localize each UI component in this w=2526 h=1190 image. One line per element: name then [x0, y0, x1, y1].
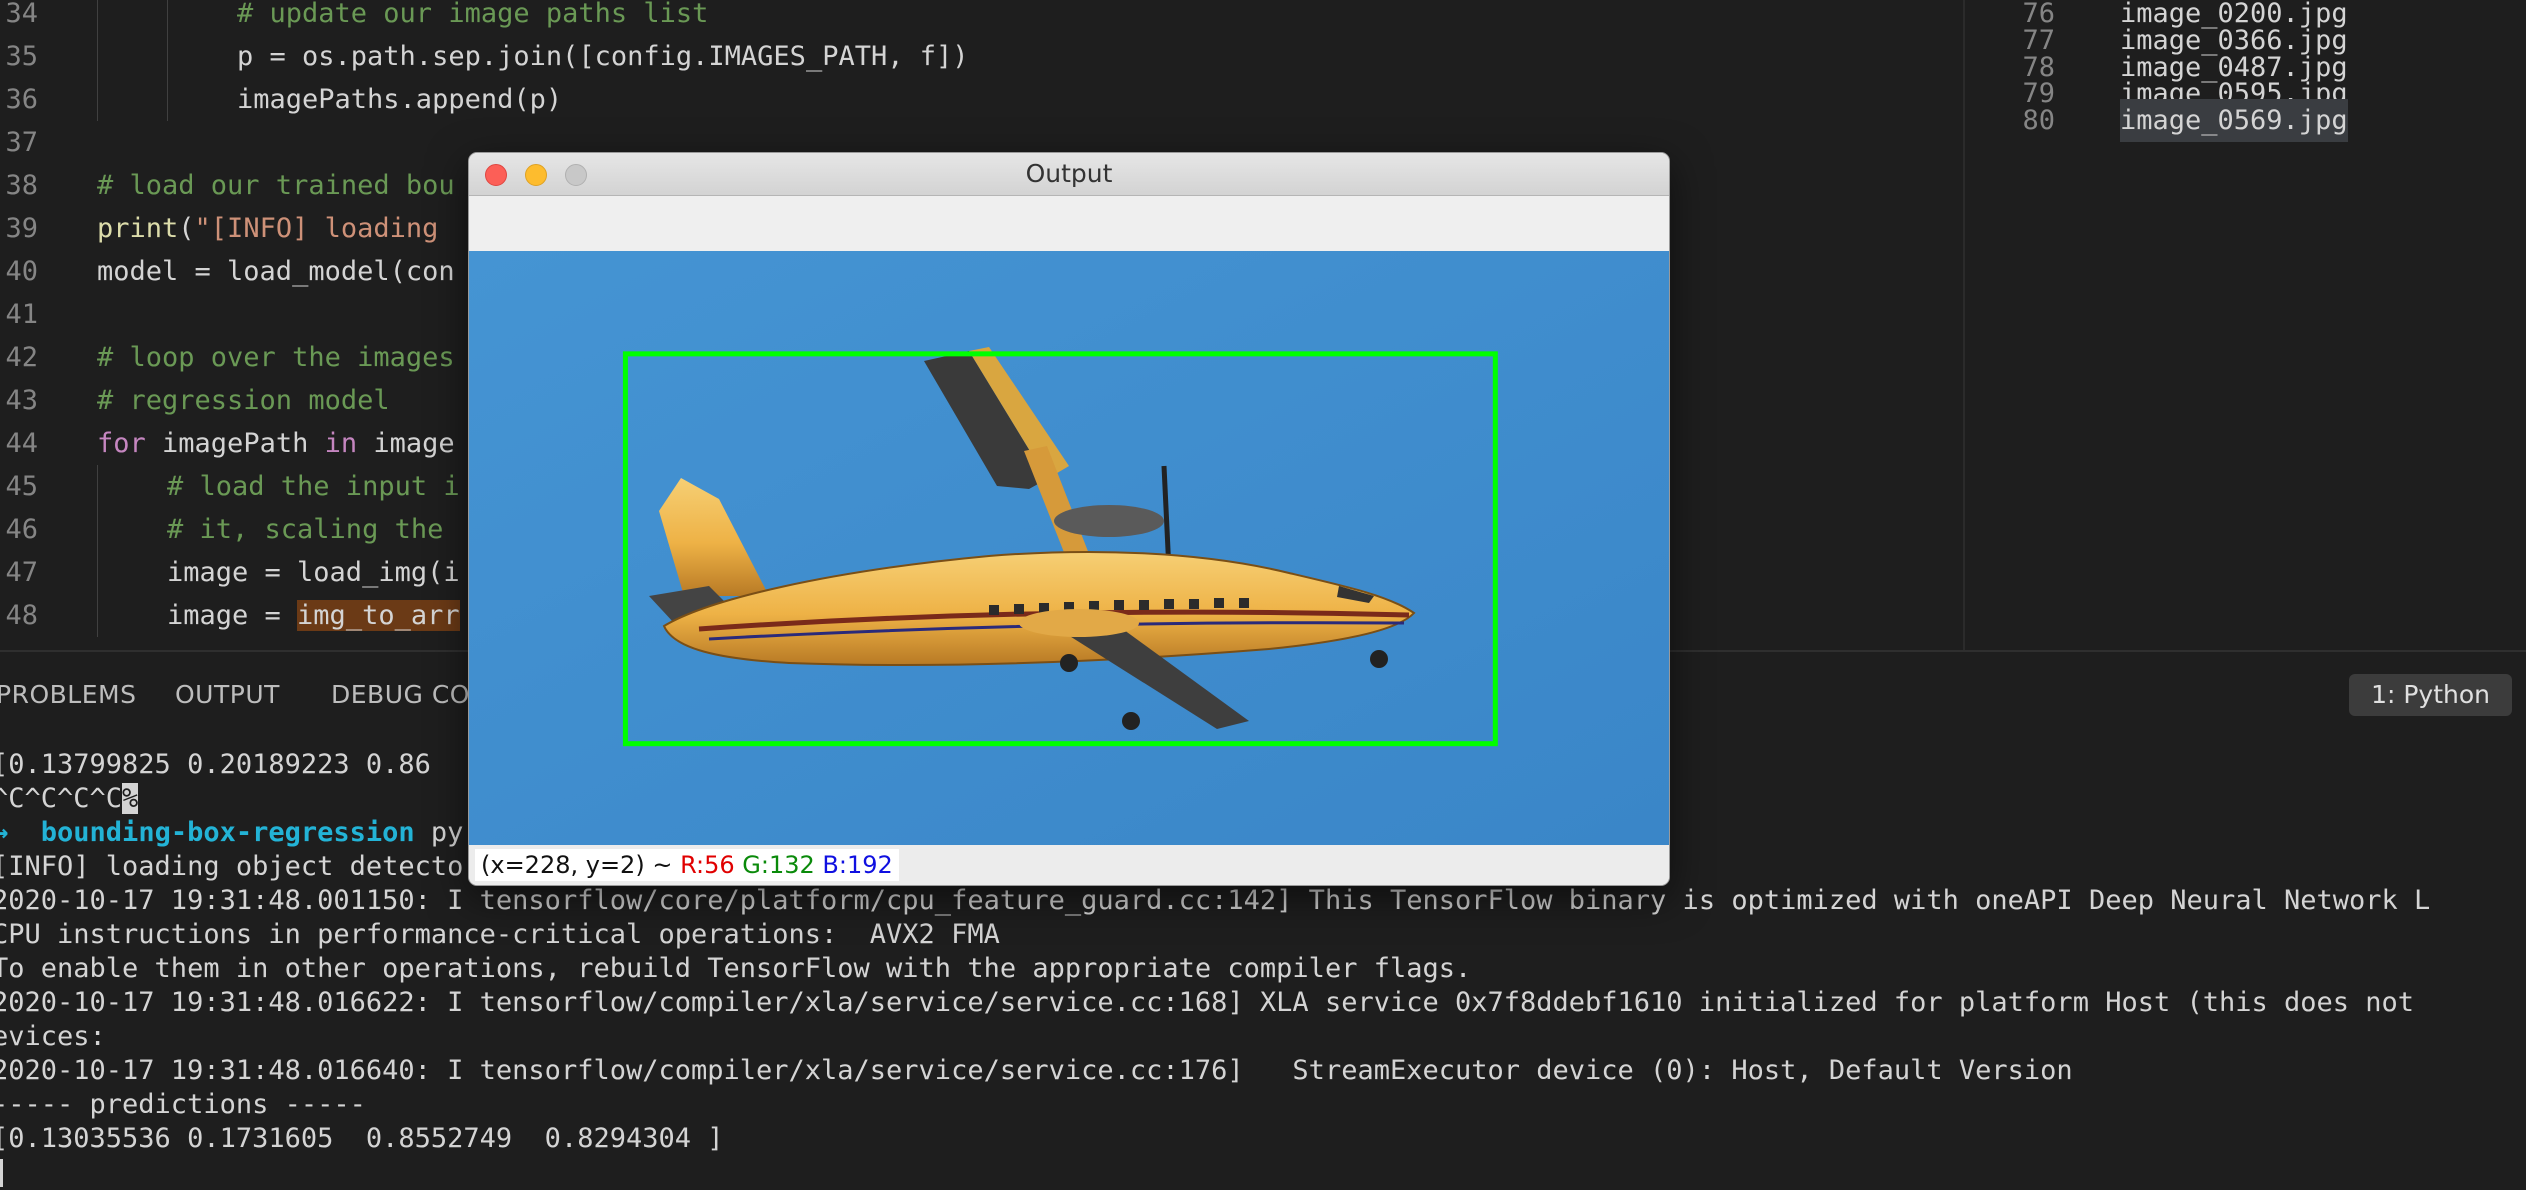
airplane-image: [469, 251, 1669, 845]
code-text: # update our image paths list: [237, 0, 708, 35]
indent-guide: [97, 78, 98, 121]
code-text: p = os.path.sep.join([config.IMAGES_PATH…: [237, 35, 969, 78]
image-canvas[interactable]: [469, 251, 1669, 845]
code-text: # load the input i: [167, 465, 460, 508]
code-token: in: [324, 428, 358, 459]
code-text: model = load_model(con: [97, 250, 455, 293]
line-number: 36: [5, 84, 38, 115]
terminal-line: [INFO] loading object detecto: [0, 851, 464, 882]
code-token: (: [178, 213, 195, 244]
indent-guide: [97, 508, 98, 551]
code-text: # loop over the images: [97, 336, 455, 379]
terminal-select[interactable]: 1: Python: [2349, 674, 2512, 716]
terminal-line: 2020-10-17 19:31:48.001150: I tensorflow…: [0, 885, 2431, 916]
code-token: img_to_arr: [297, 600, 460, 631]
code-token: image: [357, 428, 455, 459]
terminal-prompt-line: → bounding-box-regression py: [0, 816, 463, 850]
code-token: model = load_model(con: [97, 256, 455, 287]
line-number: 40: [5, 256, 38, 287]
line-number: 41: [5, 299, 38, 330]
window-titlebar[interactable]: Output: [469, 153, 1669, 196]
code-text: # regression model: [97, 379, 390, 422]
code-token: image =: [167, 600, 298, 631]
line-number: 80: [2022, 105, 2055, 137]
terminal-interrupts: ^C^C^C^C: [0, 783, 123, 814]
code-text: image = load_img(i: [167, 551, 460, 594]
line-number: 43: [5, 385, 38, 416]
pixel-coords: (x=228, y=2) ~: [481, 851, 681, 879]
code-token: for: [97, 428, 146, 459]
code-text: print("[INFO] loading: [97, 207, 438, 250]
terminal-cursor: %: [122, 783, 139, 814]
line-number: 48: [5, 600, 38, 631]
prompt-command: py: [414, 817, 464, 848]
line-number: 37: [5, 127, 38, 158]
output-window[interactable]: Output (x=228, y=2) ~ R:56 G:132 B:192: [468, 152, 1670, 886]
file-list-panel[interactable]: 76 image_0200.jpg 77 image_0366.jpg 78 image_…: [1965, 0, 2526, 650]
code-token: # load our trained bou: [97, 170, 455, 201]
code-text: for imagePath in image: [97, 422, 455, 465]
code-text: imagePaths.append(p): [237, 78, 562, 121]
terminal-line: 2020-10-17 19:31:48.016622: I tensorflow…: [0, 987, 2415, 1018]
code-token: print: [97, 213, 179, 244]
indent-guide: [167, 0, 168, 35]
code-text: # load our trained bou: [97, 164, 455, 207]
code-text: image = img_to_arr: [167, 594, 460, 637]
window-title: Output: [1025, 159, 1113, 188]
terminal-line: [0.13799825 0.20189223 0.86: [0, 749, 431, 780]
code-token: p = os.path.sep.join([config.IMAGES_PATH…: [237, 41, 969, 72]
terminal-line: 2020-10-17 19:31:48.016640: I tensorflow…: [0, 1055, 2073, 1086]
tab-problems[interactable]: PROBLEMS: [0, 680, 136, 709]
indent-guide: [97, 35, 98, 78]
line-number: 46: [5, 514, 38, 545]
selected-filename: image_0569.jpg: [2120, 99, 2348, 143]
line-number: 42: [5, 342, 38, 373]
code-line[interactable]: 35 p = os.path.sep.join([config.IMAGES_PA…: [0, 35, 1963, 78]
window-toolbar: [469, 196, 1669, 251]
line-number: 38: [5, 170, 38, 201]
indent-guide: [97, 551, 98, 594]
indent-guide: [97, 465, 98, 508]
code-token: # load the input i: [167, 471, 460, 502]
pixel-readout: (x=228, y=2) ~ R:56 G:132 B:192: [475, 849, 899, 881]
indent-guide: [97, 594, 98, 637]
terminal-line: To enable them in other operations, rebu…: [0, 953, 1472, 984]
indent-guide: [167, 35, 168, 78]
tab-output[interactable]: OUTPUT: [175, 680, 280, 709]
line-number: 35: [5, 41, 38, 72]
code-token: # regression model: [97, 385, 390, 416]
code-line[interactable]: 36 imagePaths.append(p): [0, 78, 1963, 121]
line-number: 47: [5, 557, 38, 588]
terminal-line: evices:: [0, 1021, 106, 1052]
code-token: # it, scaling the: [167, 514, 444, 545]
pixel-green: G:132: [742, 851, 815, 879]
indent-guide: [97, 0, 98, 35]
code-token: # update our image paths list: [237, 0, 709, 29]
tab-debug-console[interactable]: DEBUG CO: [331, 680, 470, 709]
code-token: imagePath: [145, 428, 325, 459]
terminal-line: ^C^C^C^C%: [0, 782, 139, 816]
line-number: 45: [5, 471, 38, 502]
code-token: imagePaths.append(p): [237, 84, 563, 115]
code-text: # it, scaling the: [167, 508, 443, 551]
pixel-blue: B:192: [822, 851, 893, 879]
code-line[interactable]: 34 # update our image paths list: [0, 0, 1963, 35]
indent-guide: [167, 78, 168, 121]
code-token: # loop over the images: [97, 342, 455, 373]
code-token: "[INFO] loading: [194, 213, 439, 244]
code-token: image = load_img(i: [167, 557, 460, 588]
terminal-line: CPU instructions in performance-critical…: [0, 919, 1000, 950]
prompt-directory: bounding-box-regression: [40, 817, 415, 848]
line-number: 34: [5, 0, 38, 29]
terminal-line: [0.13035536 0.1731605 0.8552749 0.829430…: [0, 1123, 724, 1154]
pixel-red: R:56: [680, 851, 735, 879]
line-number: 44: [5, 428, 38, 459]
terminal-caret: [0, 1159, 3, 1187]
terminal-line: ----- predictions -----: [0, 1089, 366, 1120]
prompt-arrow: →: [0, 817, 9, 848]
line-number: 39: [5, 213, 38, 244]
file-list-item[interactable]: 80 image_0569.jpg: [1965, 99, 2526, 143]
window-statusbar: (x=228, y=2) ~ R:56 G:132 B:192: [469, 845, 1669, 885]
